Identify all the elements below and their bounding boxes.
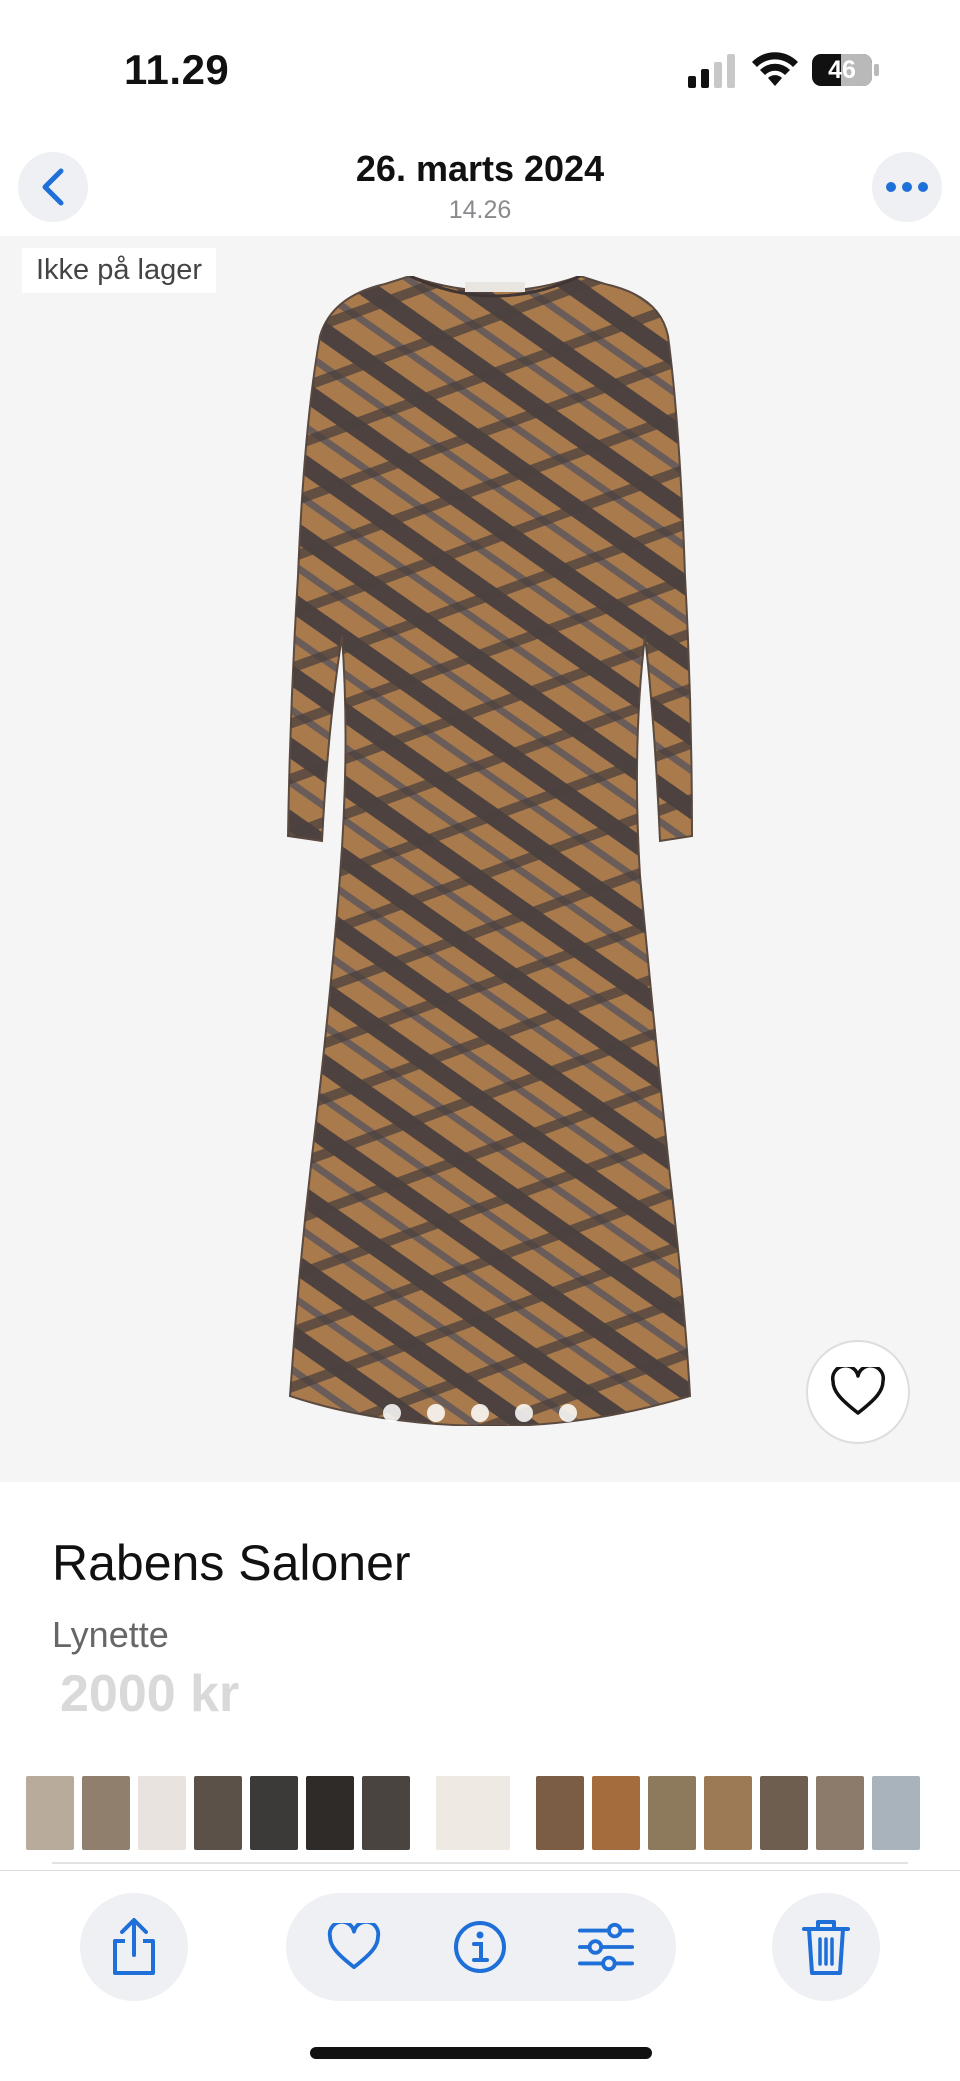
thumbnail[interactable] <box>250 1776 298 1850</box>
product-model: Lynette <box>52 1614 169 1655</box>
favorite-product-button[interactable] <box>806 1340 910 1444</box>
thumbnail[interactable] <box>872 1776 920 1850</box>
battery-icon: 46 <box>812 52 880 88</box>
info-button[interactable] <box>452 1919 508 1975</box>
thumbnail[interactable] <box>306 1776 354 1850</box>
delete-button[interactable] <box>772 1893 880 2001</box>
page-dot[interactable] <box>559 1404 577 1422</box>
home-indicator <box>310 2047 652 2059</box>
thumbnail[interactable] <box>704 1776 752 1850</box>
thumbnail[interactable] <box>26 1776 74 1850</box>
page-dot[interactable] <box>427 1404 445 1422</box>
photo-time-subtitle: 14.26 <box>448 196 512 224</box>
ellipsis-icon <box>886 182 928 192</box>
info-icon <box>454 1921 506 1973</box>
page-dot[interactable] <box>471 1404 489 1422</box>
favorite-button[interactable] <box>326 1919 382 1975</box>
sliders-icon <box>578 1922 634 1972</box>
stock-status-badge: Ikke på lager <box>22 248 217 293</box>
thumbnail[interactable] <box>648 1776 696 1850</box>
status-time: 11.29 <box>124 46 230 93</box>
product-brand: Rabens Saloner <box>52 1535 411 1591</box>
heart-icon <box>831 1367 885 1415</box>
trash-icon <box>802 1920 850 1975</box>
thumbnail[interactable] <box>362 1776 410 1850</box>
navigation-bar: 26. marts 2024 14.26 <box>0 140 960 236</box>
heart-icon <box>327 1923 381 1970</box>
thumbnail[interactable] <box>194 1776 242 1850</box>
photo-thumbnail-strip[interactable] <box>26 1776 946 1850</box>
photo-date-title: 26. marts 2024 <box>355 148 605 189</box>
bottom-toolbar <box>0 1871 960 2081</box>
thumbnail[interactable] <box>760 1776 808 1850</box>
scrubber-line <box>52 1862 908 1864</box>
thumbnail[interactable] <box>536 1776 584 1850</box>
status-bar: 11.29 46 <box>0 0 960 140</box>
thumbnail[interactable] <box>138 1776 186 1850</box>
dress-image <box>286 276 694 1426</box>
share-icon <box>113 1918 155 1975</box>
cellular-signal-icon <box>688 54 735 88</box>
thumbnail-selected[interactable] <box>436 1776 510 1850</box>
photo-actions-group <box>286 1893 676 2001</box>
page-dot[interactable] <box>515 1404 533 1422</box>
thumbnail[interactable] <box>816 1776 864 1850</box>
adjust-button[interactable] <box>578 1919 634 1975</box>
wifi-icon <box>752 52 798 86</box>
thumbnail[interactable] <box>592 1776 640 1850</box>
thumbnail[interactable] <box>82 1776 130 1850</box>
share-button[interactable] <box>80 1893 188 2001</box>
product-photo[interactable]: Ikke på lager <box>0 236 960 1482</box>
page-dot[interactable] <box>383 1404 401 1422</box>
more-options-button[interactable] <box>872 152 942 222</box>
product-price: 2000 kr <box>60 1665 240 1723</box>
battery-level: 46 <box>828 55 856 84</box>
